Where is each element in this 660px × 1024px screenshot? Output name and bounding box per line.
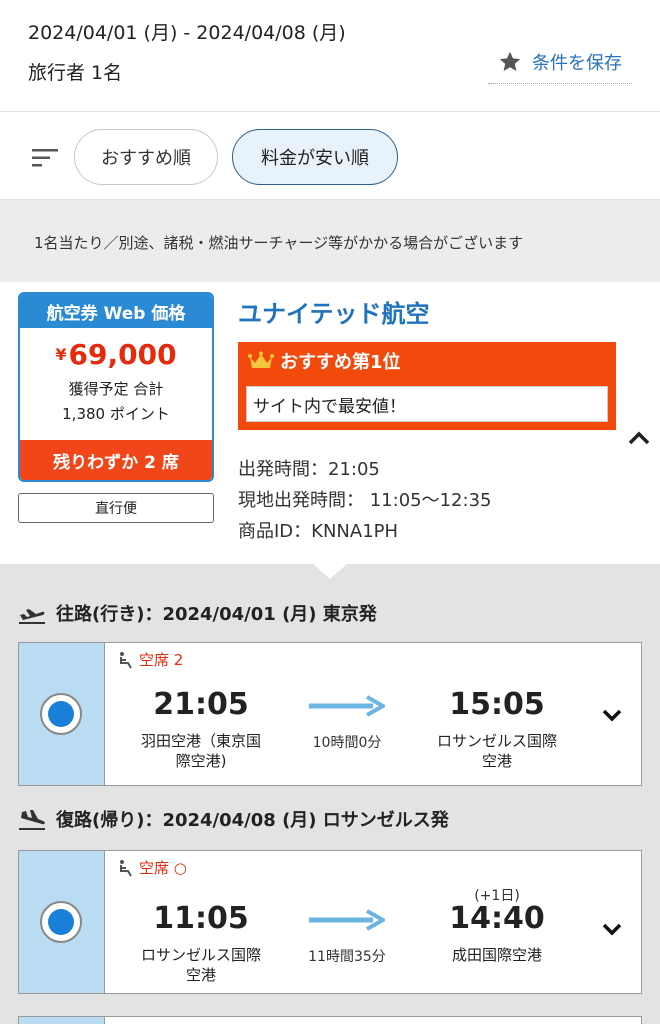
outbound-flight-option[interactable]: 空席 2 21:05 羽田空港（東京国 際空港) 10時間0分 15:05 ロサ…: [18, 642, 642, 786]
inbound-arrival-airport: 成田国際空港: [451, 946, 542, 964]
recommend-title: おすすめ第1位: [280, 352, 401, 373]
sort-recommended-button[interactable]: おすすめ順: [74, 129, 218, 185]
outbound-arrival-time: 15:05: [449, 687, 545, 722]
inbound-arrival-time: 14:40: [449, 901, 545, 936]
save-conditions-button[interactable]: 条件を保存: [488, 40, 632, 84]
inbound-seat-availability: 空席 ○: [117, 857, 187, 878]
recommend-text: サイト内で最安値！: [246, 386, 608, 422]
price-notice-bar: 1名当たり／別途、諸税・燃油サーチャージ等がかかる場合がございます: [0, 200, 660, 282]
inbound-departure-time: 11:05: [153, 901, 249, 936]
outbound-departure-airport: 羽田空港（東京国 際空港): [140, 732, 261, 770]
local-departure-time: 現地出発時間： 11:05〜12:35: [238, 490, 492, 511]
right-arrow-icon: [309, 909, 385, 931]
product-id: 商品ID：KNNA1PH: [238, 521, 399, 542]
inbound-radio[interactable]: [40, 901, 82, 943]
chevron-down-icon[interactable]: [601, 921, 623, 937]
sort-bar: おすすめ順 料金が安い順: [0, 112, 660, 200]
right-arrow-icon: [309, 695, 385, 717]
price-amount: 69,000: [68, 338, 177, 371]
departure-plane-icon: [19, 609, 45, 624]
sort-icon[interactable]: [32, 148, 58, 168]
chevron-down-icon[interactable]: [601, 707, 623, 723]
airline-name[interactable]: ユナイテッド航空: [238, 294, 430, 329]
inbound-duration: 11時間35分: [308, 949, 386, 965]
nonstop-badge: 直行便: [18, 493, 214, 523]
recommend-banner: おすすめ第1位 サイト内で最安値！: [238, 342, 616, 430]
flight-details: 出発時間：21:05 現地出発時間： 11:05〜12:35 商品ID：KNNA…: [238, 454, 491, 547]
outbound-departure-time: 21:05: [153, 687, 249, 722]
outbound-heading-text: 往路(行き)：2024/04/01 (月) 東京発: [56, 604, 377, 625]
save-conditions-label: 条件を保存: [532, 52, 622, 74]
next-flight-option[interactable]: [18, 1016, 642, 1024]
search-summary-header: 2024/04/01 (月) - 2024/04/08 (月) 旅行者 1名 条…: [0, 0, 660, 112]
traveler-count: 旅行者 1名: [28, 62, 123, 84]
inbound-heading-text: 復路(帰り)：2024/04/08 (月) ロサンゼルス発: [56, 810, 449, 831]
outbound-select-area[interactable]: [19, 643, 105, 785]
chevron-up-icon[interactable]: [626, 428, 652, 448]
crown-icon: [248, 351, 274, 368]
inbound-flight-option[interactable]: 空席 ○ 11:05 ロサンゼルス国際 空港 11時間35分 (+1日) 14:…: [18, 850, 642, 994]
price-header: 航空券 Web 価格: [20, 294, 212, 328]
date-range: 2024/04/01 (月) - 2024/04/08 (月): [28, 22, 346, 44]
points-value: 1,380 ポイント: [62, 405, 170, 423]
sort-cheapest-button[interactable]: 料金が安い順: [232, 129, 398, 185]
outbound-seat-label: 空席 2: [139, 651, 184, 669]
wheelchair-seat-icon: [120, 651, 132, 669]
outbound-radio[interactable]: [40, 693, 82, 735]
points-label: 獲得予定 合計: [68, 380, 164, 398]
inbound-seat-label: 空席 ○: [139, 859, 187, 877]
departure-time: 出発時間：21:05: [238, 459, 380, 480]
price-box: 航空券 Web 価格 ¥69,000 獲得予定 合計 1,380 ポイント 残り…: [18, 292, 214, 482]
inbound-departure-airport: ロサンゼルス国際 空港: [140, 946, 261, 984]
flight-result-card: 航空券 Web 価格 ¥69,000 獲得予定 合計 1,380 ポイント 残り…: [0, 282, 660, 564]
outbound-duration: 10時間0分: [312, 735, 382, 751]
inbound-heading: 復路(帰り)：2024/04/08 (月) ロサンゼルス発: [18, 806, 449, 832]
star-icon: [499, 51, 521, 71]
card-pointer: [312, 563, 348, 579]
price-notice-text: 1名当たり／別途、諸税・燃油サーチャージ等がかかる場合がございます: [34, 234, 524, 252]
price-value: ¥69,000: [20, 340, 212, 370]
currency-symbol: ¥: [55, 345, 67, 364]
wheelchair-seat-icon: [120, 859, 132, 877]
outbound-heading: 往路(行き)：2024/04/01 (月) 東京発: [18, 600, 377, 626]
outbound-arrival-airport: ロサンゼルス国際 空港: [436, 732, 557, 770]
arrival-plane-icon: [19, 810, 45, 830]
seats-left-badge: 残りわずか 2 席: [20, 440, 212, 480]
inbound-select-area[interactable]: [19, 851, 105, 993]
outbound-seat-availability: 空席 2: [117, 649, 183, 670]
